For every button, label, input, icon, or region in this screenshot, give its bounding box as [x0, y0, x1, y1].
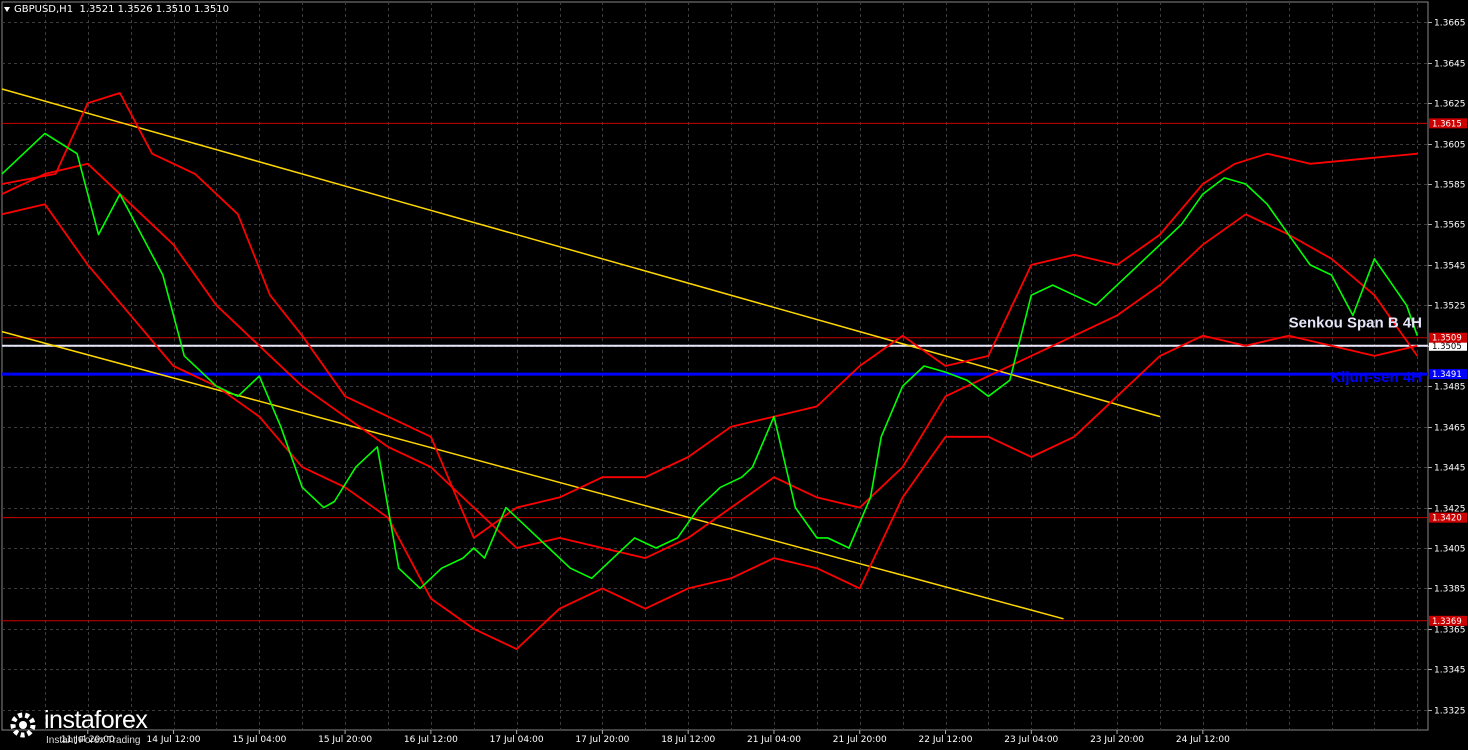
level-price-label: 1.3491	[1432, 370, 1462, 380]
y-tick-label: 1.3485	[1434, 383, 1466, 393]
indicator-annotation: Kijun-sen 4H	[1330, 369, 1422, 386]
x-tick-label: 21 Jul 20:00	[833, 735, 887, 745]
level-price-label: 1.3509	[1432, 334, 1462, 344]
symbol-label: GBPUSD,H1	[14, 4, 74, 15]
level-price-label: 1.3615	[1432, 119, 1462, 129]
x-tick-label: 16 Jul 12:00	[404, 735, 458, 745]
brand-tagline: Instant Forex Trading	[46, 735, 141, 746]
level-price-label: 1.3420	[1432, 514, 1462, 524]
x-tick-label: 15 Jul 20:00	[318, 735, 372, 745]
y-tick-label: 1.3385	[1434, 585, 1466, 595]
x-tick-label: 21 Jul 04:00	[747, 735, 801, 745]
dropdown-triangle-icon[interactable]	[4, 6, 10, 12]
y-tick-label: 1.3545	[1434, 262, 1466, 272]
y-tick-label: 1.3445	[1434, 464, 1466, 474]
y-tick-label: 1.3405	[1434, 545, 1466, 555]
x-tick-label: 17 Jul 04:00	[490, 735, 544, 745]
x-tick-label: 23 Jul 04:00	[1004, 735, 1058, 745]
y-tick-label: 1.3345	[1434, 666, 1466, 676]
y-tick-label: 1.3605	[1434, 141, 1466, 151]
x-tick-label: 15 Jul 04:00	[232, 735, 286, 745]
chart-header: GBPUSD,H1 1.3521 1.3526 1.3510 1.3510	[4, 4, 229, 15]
y-tick-label: 1.3585	[1434, 181, 1466, 191]
x-tick-label: 24 Jul 12:00	[1176, 735, 1230, 745]
x-tick-label: 23 Jul 20:00	[1090, 735, 1144, 745]
price-chart[interactable]: 1.3665 1.3645 1.3625 1.3605 1.3585 1.3565 1.35…	[0, 0, 1468, 750]
brand-name: instaforex	[44, 706, 148, 734]
y-tick-label: 1.3525	[1434, 302, 1466, 312]
y-tick-label: 1.3665	[1434, 19, 1466, 29]
y-tick-label: 1.3365	[1434, 626, 1466, 636]
instaforex-logo-icon	[10, 712, 36, 738]
ohlc-values: 1.3521 1.3526 1.3510 1.3510	[79, 4, 229, 15]
level-price-label: 1.3369	[1432, 617, 1462, 627]
indicator-annotation: Senkou Span B 4H	[1289, 315, 1422, 332]
x-tick-label: 18 Jul 12:00	[661, 735, 715, 745]
y-tick-label: 1.3625	[1434, 100, 1466, 110]
x-tick-label: 22 Jul 12:00	[919, 735, 973, 745]
y-tick-label: 1.3645	[1434, 60, 1466, 70]
instaforex-watermark: instaforex Instant Forex Trading	[2, 704, 180, 748]
y-tick-label: 1.3465	[1434, 424, 1466, 434]
y-tick-label: 1.3325	[1434, 707, 1466, 717]
y-tick-label: 1.3565	[1434, 221, 1466, 231]
x-tick-label: 17 Jul 20:00	[575, 735, 629, 745]
